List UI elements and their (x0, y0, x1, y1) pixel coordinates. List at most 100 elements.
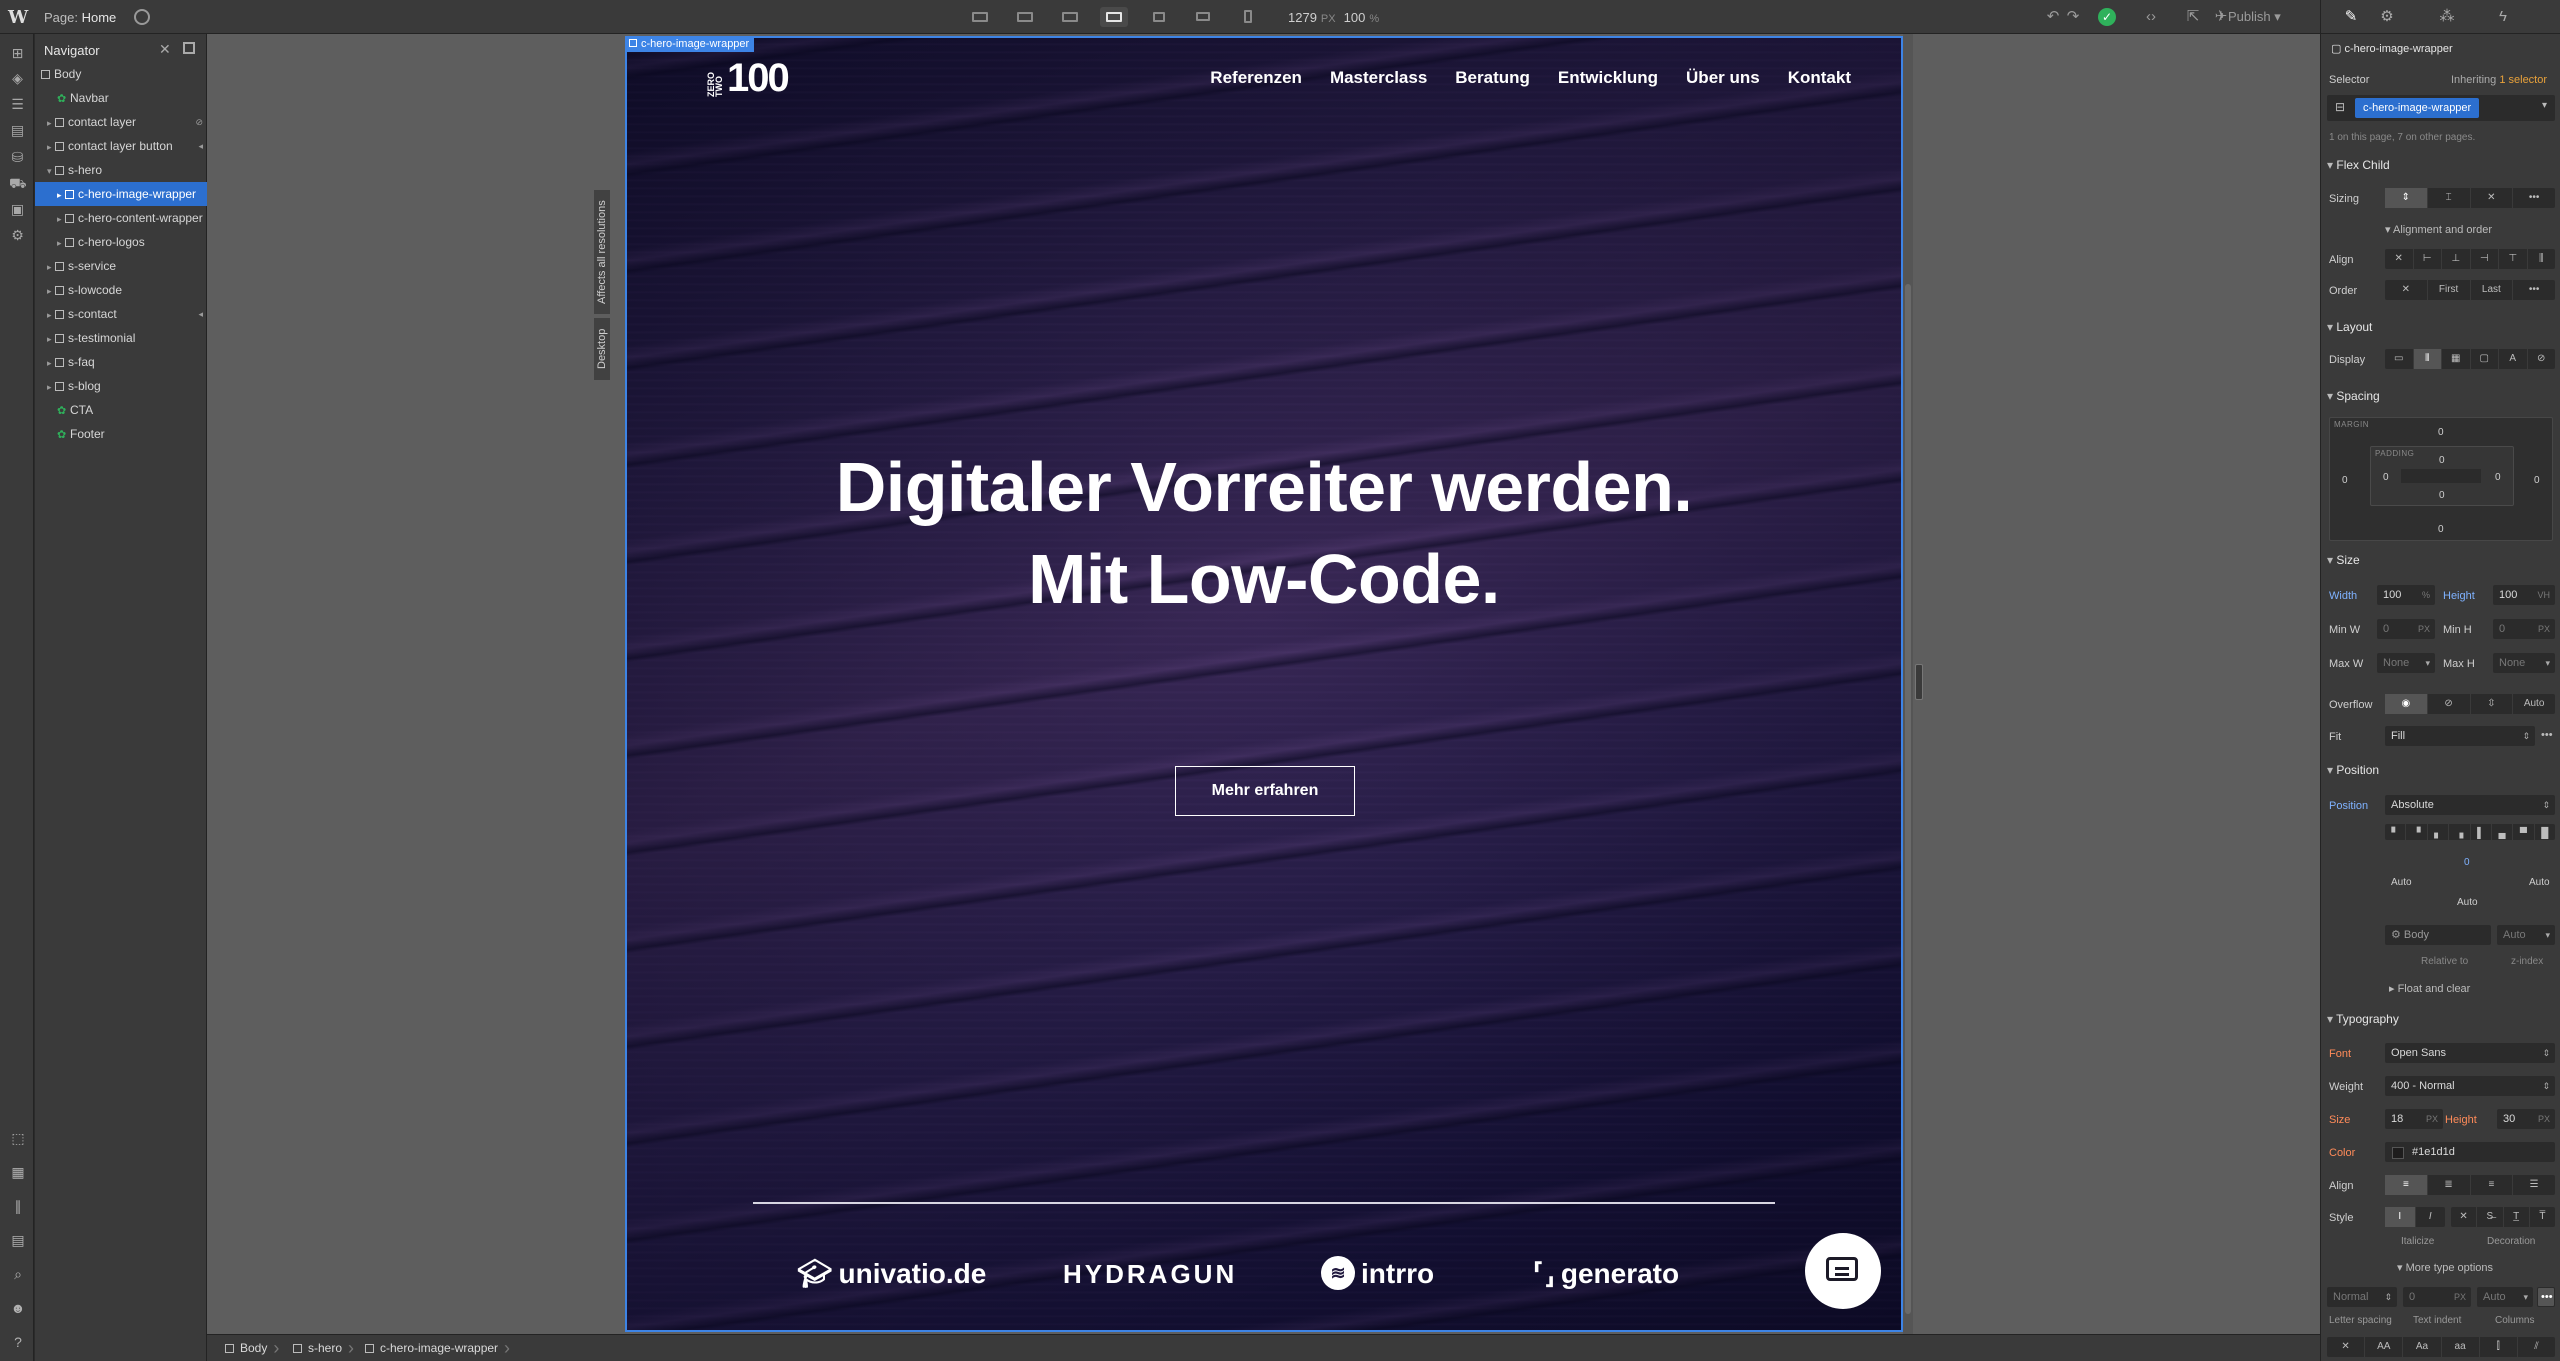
hero-section[interactable]: ZERO TWO 100 Referenzen Masterclass Bera… (625, 36, 1903, 1332)
fit-select[interactable]: Fill ⇕ (2385, 726, 2535, 746)
alignment-order-toggle[interactable]: ▾ Alignment and order (2385, 223, 2492, 236)
font-select[interactable]: Open Sans ⇕ (2385, 1043, 2555, 1063)
rulers-icon[interactable]: ∥ (9, 1198, 27, 1214)
padding-top-value[interactable]: 0 (2439, 455, 2445, 466)
breadcrumb-c-hero-image-wrapper[interactable]: c-hero-image-wrapper (357, 1335, 510, 1361)
tree-row-c-hero-image-wrapper[interactable]: ▸ c-hero-image-wrapper (35, 182, 207, 206)
publish-button[interactable]: Publish ▾ (2228, 9, 2281, 25)
align-control[interactable]: ✕ ⊢ ⊥ ⊣ ⊤ ⫼ (2385, 249, 2555, 269)
margin-left-value[interactable]: 0 (2342, 475, 2348, 486)
flex-child-heading[interactable]: Flex Child (2327, 158, 2389, 172)
max-height-input[interactable]: None ▾ (2493, 653, 2555, 673)
nav-link-referenzen[interactable]: Referenzen (1210, 68, 1302, 88)
audit-icon[interactable]: ▤ (9, 1232, 27, 1248)
tree-row-cta[interactable]: ✿ CTA (35, 398, 207, 422)
tree-row-s-contact[interactable]: ▸ s-contact ◂ (35, 302, 207, 326)
select-tool-icon[interactable]: ⬚ (9, 1130, 27, 1146)
position-top-value[interactable]: 0 (2464, 857, 2470, 868)
zindex-input[interactable]: Auto ▾ (2497, 925, 2555, 945)
redo-icon[interactable]: ↷ (2064, 9, 2082, 25)
code-icon[interactable]: ‹› (2142, 9, 2160, 25)
pages-icon[interactable]: ▤ (9, 123, 26, 138)
settings-icon[interactable]: ⚙ (9, 228, 26, 243)
search-icon[interactable]: ⌕ (9, 1266, 27, 1282)
height-input[interactable]: 100 VH (2493, 585, 2555, 605)
inheriting-info[interactable]: Inheriting 1 selector (2451, 74, 2547, 86)
margin-right-value[interactable]: 0 (2534, 475, 2540, 486)
more-type-options-toggle[interactable]: ▾ More type options (2397, 1261, 2493, 1274)
padding-right-value[interactable]: 0 (2495, 472, 2501, 483)
display-control[interactable]: ▭ ⫴ ▦ ▢ A ⊘ (2385, 349, 2555, 369)
margin-bottom-value[interactable]: 0 (2438, 524, 2444, 535)
webflow-logo[interactable]: W (8, 7, 28, 28)
preview-eye-icon[interactable] (134, 9, 150, 25)
interactions-icon[interactable]: ϟ (2481, 0, 2525, 34)
tree-row-c-hero-logos[interactable]: ▸ c-hero-logos (35, 230, 207, 254)
relative-to-select[interactable]: ⚙ Body (2385, 925, 2491, 945)
selector-chip[interactable]: c-hero-image-wrapper (2355, 98, 2480, 118)
help-icon[interactable]: ? (9, 1334, 27, 1350)
overflow-control[interactable]: ◉ ⊘ ⇳ Auto (2385, 694, 2555, 714)
margin-top-value[interactable]: 0 (2438, 427, 2444, 438)
position-presets[interactable]: ▘ ▝ ▖ ▗ ▌ ▄ ▀ █ (2385, 824, 2555, 840)
tree-row-navbar[interactable]: ✿ Navbar (35, 86, 207, 110)
selector-field[interactable]: ⊟ c-hero-image-wrapper ▾ (2327, 95, 2555, 121)
position-left-value[interactable]: Auto (2391, 877, 2412, 888)
capitalize-control[interactable]: ✕ AA Aa aa ⫿ ⫽ (2327, 1337, 2555, 1357)
brand-logo[interactable]: ZERO TWO 100 (706, 57, 847, 99)
tree-row-footer[interactable]: ✿ Footer (35, 422, 207, 446)
width-input[interactable]: 100% (2377, 585, 2435, 605)
weight-select[interactable]: 400 - Normal ⇕ (2385, 1076, 2555, 1096)
breadcrumb-body[interactable]: Body (217, 1335, 280, 1361)
padding-bottom-value[interactable]: 0 (2439, 490, 2445, 501)
tree-row-s-lowcode[interactable]: ▸ s-lowcode (35, 278, 207, 302)
tree-row-s-faq[interactable]: ▸ s-faq (35, 350, 207, 374)
letter-spacing-normal-select[interactable]: Normal ⇕ (2327, 1287, 2397, 1307)
line-height-input[interactable]: 30 PX (2497, 1109, 2555, 1129)
add-panel-icon[interactable]: ⊞ (9, 46, 26, 61)
tree-row-s-testimonial[interactable]: ▸ s-testimonial (35, 326, 207, 350)
breakpoint-portrait-button[interactable] (1234, 7, 1262, 27)
font-size-input[interactable]: 18 PX (2385, 1109, 2443, 1129)
breadcrumb-s-hero[interactable]: s-hero (285, 1335, 354, 1361)
mehr-erfahren-button[interactable]: Mehr erfahren (1175, 766, 1355, 816)
order-control[interactable]: ✕ First Last ••• (2385, 280, 2555, 300)
layout-heading[interactable]: Layout (2327, 320, 2372, 334)
scrollbar-thumb[interactable] (1905, 284, 1911, 1314)
breakpoint-desktop-button[interactable] (1100, 7, 1128, 27)
collaborators-icon[interactable]: ☻ (9, 1300, 27, 1316)
page-selector[interactable]: Page: Home (44, 10, 116, 25)
dock-icon[interactable] (183, 42, 195, 54)
more-icon[interactable]: ••• (2537, 1287, 2555, 1307)
tree-row-contact-layer[interactable]: ▸ contact layer ⊘ (35, 110, 207, 134)
nav-link-entwicklung[interactable]: Entwicklung (1558, 68, 1658, 88)
nav-link-kontakt[interactable]: Kontakt (1788, 68, 1851, 88)
more-icon[interactable]: ••• (2541, 729, 2553, 741)
selected-element-label[interactable]: c-hero-image-wrapper (625, 36, 755, 52)
tree-row-s-service[interactable]: ▸ s-service (35, 254, 207, 278)
text-align-control[interactable]: ≡ ≣ ≡ ☰ (2385, 1175, 2555, 1195)
cms-icon[interactable]: ⛁ (9, 150, 26, 165)
columns-input[interactable]: Auto ▾ (2477, 1287, 2533, 1307)
italic-control[interactable]: II (2385, 1207, 2445, 1227)
tree-row-c-hero-content-wrapper[interactable]: ▸ c-hero-content-wrapper (35, 206, 207, 230)
navigator-icon[interactable]: ☰ (9, 97, 26, 112)
breakpoint-tablet-button[interactable] (1145, 7, 1173, 27)
export-icon[interactable]: ⇱ (2184, 9, 2202, 25)
assets-icon[interactable]: ▣ (9, 202, 26, 217)
nav-link-beratung[interactable]: Beratung (1455, 68, 1530, 88)
position-bottom-value[interactable]: Auto (2457, 897, 2478, 908)
size-heading[interactable]: Size (2327, 553, 2359, 567)
padding-left-value[interactable]: 0 (2383, 472, 2389, 483)
spacing-heading[interactable]: Spacing (2327, 389, 2379, 403)
undo-icon[interactable]: ↶ (2044, 9, 2062, 25)
breakpoint-xl-button[interactable] (1011, 7, 1039, 27)
position-select[interactable]: Absolute ⇕ (2385, 795, 2555, 815)
max-width-input[interactable]: None ▾ (2377, 653, 2435, 673)
style-manager-icon[interactable]: ⁂ (2425, 0, 2469, 34)
marquee-icon[interactable]: ▦ (9, 1164, 27, 1180)
tree-row-contact-layer-button[interactable]: ▸ contact layer button ◂ (35, 134, 207, 158)
breakpoint-xxl-button[interactable] (966, 7, 994, 27)
sizing-control[interactable]: ⇕ ⌶ ✕ ••• (2385, 188, 2555, 208)
canvas-scrollbar[interactable] (1903, 34, 1913, 1334)
